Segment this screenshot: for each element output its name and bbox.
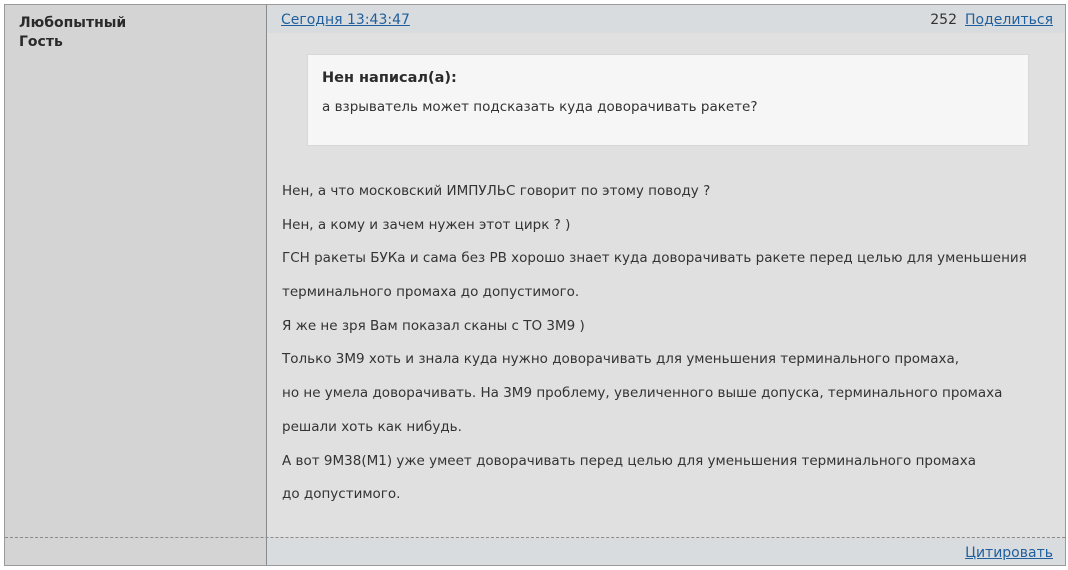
quote-text: а взрыватель может подсказать куда довор…	[322, 99, 758, 115]
message-line: ГСН ракеты БУКа и сама без РВ хорошо зна…	[282, 250, 1027, 267]
author-role: Гость	[19, 34, 63, 50]
quote-block: Нен написал(а): а взрыватель может подск…	[307, 54, 1029, 146]
forum-post: Любопытный Гость Сегодня 13:43:47 252 По…	[4, 4, 1066, 566]
post-footer: Цитировать	[267, 538, 1065, 565]
share-link[interactable]: Поделиться	[965, 12, 1053, 28]
author-name: Любопытный	[19, 15, 127, 31]
post-content: Сегодня 13:43:47 252 Поделиться Нен напи…	[267, 5, 1065, 565]
post-timestamp-link[interactable]: Сегодня 13:43:47	[281, 12, 410, 28]
message-line: до допустимого.	[282, 486, 401, 503]
message-line: Я же не зря Вам показал сканы с ТО 3М9 )	[282, 317, 585, 334]
message-line: Нен, а что московский ИМПУЛЬС говорит по…	[282, 183, 711, 199]
message-line: Только 3М9 хоть и знала куда нужно довор…	[282, 351, 960, 368]
quote-button[interactable]: Цитировать	[965, 545, 1053, 561]
message-body: Нен, а что московский ИМПУЛЬС говорит по…	[282, 181, 1052, 518]
message-line: но не умела доворачивать. На 3М9 проблем…	[282, 385, 1003, 402]
post-header: Сегодня 13:43:47 252 Поделиться	[267, 5, 1065, 33]
message-line: А вот 9М38(М1) уже умеет доворачивать пе…	[282, 452, 976, 469]
message-line: терминального промаха до допустимого.	[282, 284, 580, 301]
author-panel: Любопытный Гость	[5, 5, 267, 565]
message-line: Нен, а кому и зачем нужен этот цирк ? )	[282, 216, 571, 233]
message-line: решали хоть как нибудь.	[282, 418, 462, 435]
post-number: 252	[930, 12, 957, 28]
quote-author: Нен написал(а):	[322, 70, 457, 86]
